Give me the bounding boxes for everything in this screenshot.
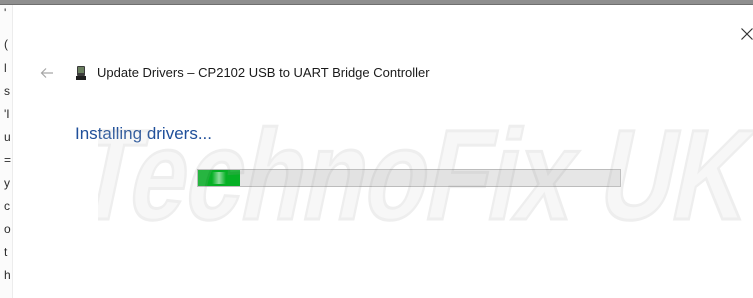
background-text-fragment: t: [4, 245, 8, 259]
background-text-fragment: y: [4, 176, 10, 190]
close-icon: [741, 28, 753, 40]
back-button[interactable]: [37, 64, 57, 82]
close-button[interactable]: [737, 24, 753, 44]
screenshot: ' ( l s 'I u = y c o t h Update Drivers …: [0, 0, 753, 298]
progress-shine: [212, 172, 226, 184]
background-text-fragment: h: [4, 268, 11, 282]
background-text-fragment: o: [4, 222, 11, 236]
background-text-fragment: l: [4, 61, 7, 75]
usb-device-icon: [76, 66, 86, 80]
background-text-fragment: s: [4, 84, 10, 98]
background-text-fragment: =: [4, 153, 12, 167]
status-heading: Installing drivers...: [75, 124, 212, 143]
background-window-strip: ' ( l s 'I u = y c o t h: [0, 5, 13, 298]
background-text-fragment: (: [4, 37, 8, 51]
update-drivers-dialog: Update Drivers – CP2102 USB to UART Brid…: [13, 5, 753, 298]
back-arrow-icon: [40, 68, 53, 78]
background-text-fragment: 'I: [4, 107, 10, 121]
dialog-title: Update Drivers – CP2102 USB to UART Brid…: [97, 65, 430, 80]
background-text-fragment: ': [4, 6, 7, 20]
watermark-logo: TechnoFix UK: [98, 103, 753, 248]
progress-bar: [197, 169, 621, 187]
background-text-fragment: u: [4, 130, 11, 144]
background-text-fragment: c: [4, 199, 10, 213]
